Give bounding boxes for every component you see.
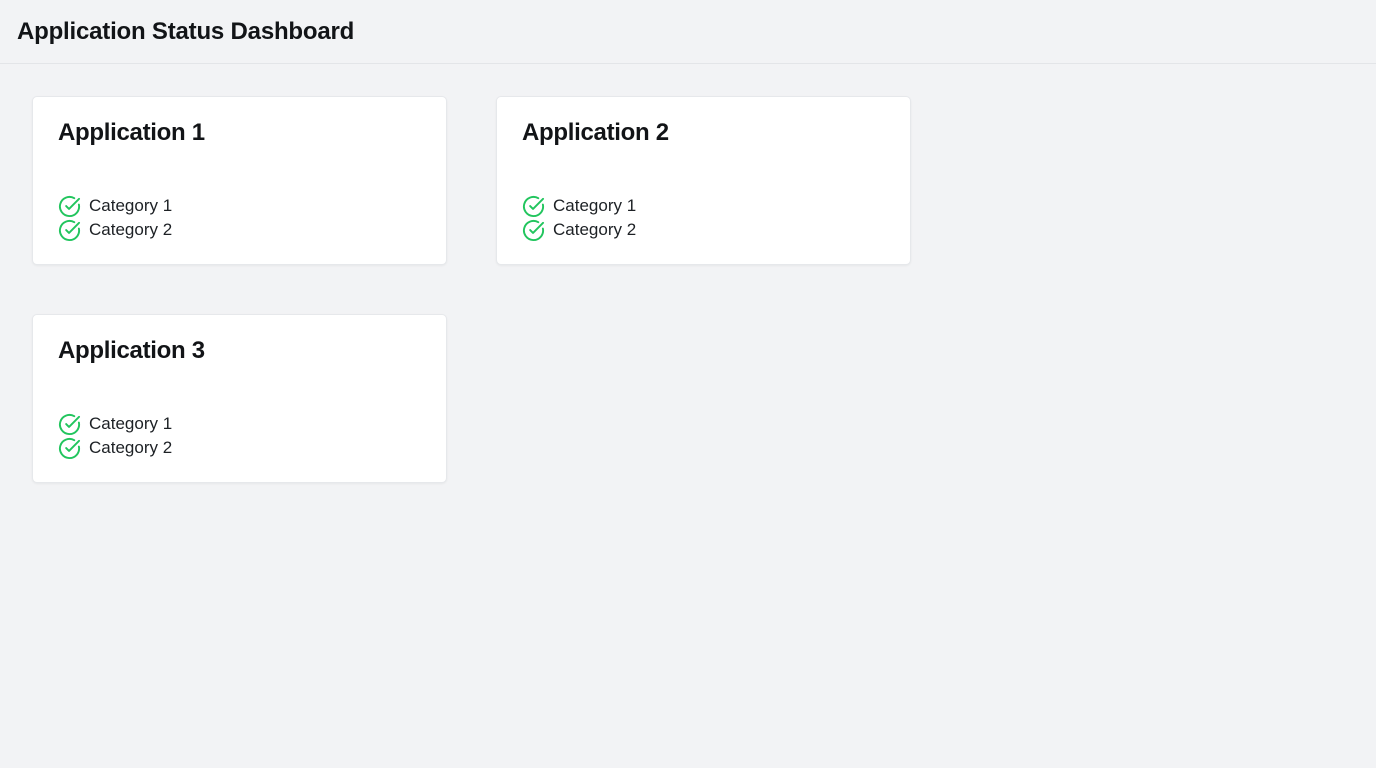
category-label: Category 1 bbox=[89, 196, 173, 215]
category-label: Category 2 bbox=[89, 438, 173, 457]
category-label: Category 1 bbox=[553, 196, 637, 215]
application-card: Application 1 Category 1 Category 2 bbox=[32, 96, 447, 265]
application-title: Application 3 bbox=[58, 337, 205, 364]
check-circle-icon bbox=[58, 219, 81, 242]
application-title: Application 1 bbox=[58, 119, 205, 146]
category-item: Category 2 bbox=[58, 436, 172, 460]
check-circle-icon bbox=[522, 219, 545, 242]
category-list: Category 1 Category 2 bbox=[522, 194, 636, 242]
category-list: Category 1 Category 2 bbox=[58, 194, 172, 242]
category-item: Category 1 bbox=[58, 412, 172, 436]
check-circle-icon bbox=[58, 413, 81, 436]
category-label: Category 1 bbox=[89, 414, 173, 433]
page-title: Application Status Dashboard bbox=[17, 17, 355, 45]
category-list: Category 1 Category 2 bbox=[58, 412, 172, 460]
category-item: Category 1 bbox=[58, 194, 172, 218]
check-circle-icon bbox=[522, 195, 545, 218]
category-item: Category 1 bbox=[522, 194, 636, 218]
applications-grid: Application 1 Category 1 Category 2 Appl… bbox=[0, 64, 1376, 768]
category-item: Category 2 bbox=[58, 218, 172, 242]
application-card: Application 2 Category 1 Category 2 bbox=[496, 96, 911, 265]
category-label: Category 2 bbox=[89, 220, 173, 239]
category-label: Category 2 bbox=[553, 220, 637, 239]
application-card: Application 3 Category 1 Category 2 bbox=[32, 314, 447, 483]
application-title: Application 2 bbox=[522, 119, 669, 146]
category-item: Category 2 bbox=[522, 218, 636, 242]
header-bar: Application Status Dashboard bbox=[0, 0, 1376, 64]
check-circle-icon bbox=[58, 195, 81, 218]
check-circle-icon bbox=[58, 437, 81, 460]
